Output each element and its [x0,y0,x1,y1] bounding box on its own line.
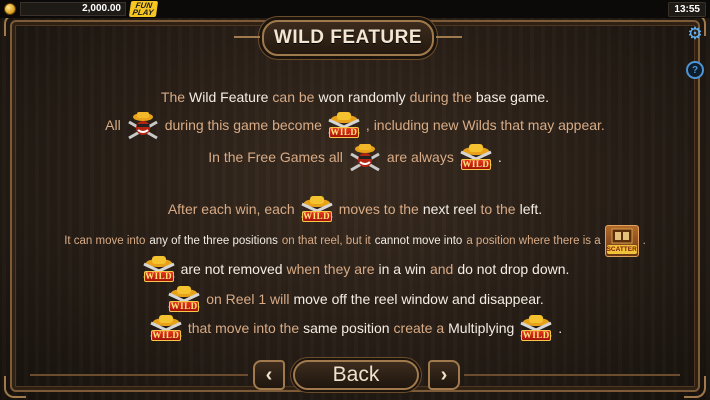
fun-play-line2: PLAY [131,8,154,17]
text-highlight: base game. [475,89,550,105]
text-highlight: same position [303,320,390,336]
text-highlight: are not removed [180,261,283,277]
text: The [160,89,186,105]
wild-label: WILD [301,211,332,222]
paytable-screen: 2,000.00 FUN PLAY 13:55 WILD FEATURE ⚙ ?… [0,0,710,400]
text-highlight: won randomly [318,89,406,105]
text: during this game become [164,117,322,133]
text: After each win, each [167,201,295,217]
text-highlight: next reel [422,201,477,217]
wild-symbol-icon: WILD [141,254,177,284]
back-button[interactable]: Back [293,360,419,390]
feature-text-line-8: WILD that move into the same position cr… [20,312,690,344]
feature-text-line-4: After each win, each WILD moves to the n… [20,193,690,225]
text-highlight: Wild Feature [189,89,269,105]
wild-symbol-icon: WILD [326,110,362,140]
wild-symbol-icon: WILD [148,313,184,343]
wild-symbol-icon: WILD [458,142,494,172]
bandit-symbol-icon [347,142,383,172]
fun-play-badge: FUN PLAY [128,1,158,17]
text: are always [386,149,454,165]
prev-page-button[interactable]: ‹ [253,360,285,390]
text: create a [393,320,445,336]
feature-text-line-7: WILD on Reel 1 will move off the reel wi… [20,283,690,315]
feature-text-line-6: WILD are not removed when they are in a … [20,253,690,285]
wild-symbol-icon: WILD [299,194,335,224]
text: and [429,261,454,277]
text: a position where there is a [466,235,601,247]
text: that move into the [187,320,300,336]
bandit-symbol-icon [125,110,161,140]
text-highlight: Multiplying [448,320,515,336]
balance-area: 2,000.00 FUN PLAY [4,1,158,17]
wild-label: WILD [460,159,491,170]
coin-icon [4,3,16,15]
back-label: Back [332,363,380,386]
frame-corner [684,376,706,398]
chevron-left-icon: ‹ [265,363,273,386]
frame-corner [4,376,26,398]
next-page-button[interactable]: › [428,360,460,390]
balance-value: 2,000.00 [20,2,126,16]
text: on Reel 1 will [206,291,290,307]
text: during the [409,89,472,105]
wild-label: WILD [169,301,200,312]
wild-label: WILD [521,330,552,341]
help-icon[interactable]: ? [686,61,704,79]
text-highlight: left. [519,201,543,217]
chevron-right-icon: › [440,363,448,386]
text: All [105,117,121,133]
text: In the Free Games all [208,149,343,165]
clock: 13:55 [668,1,706,17]
text: on that reel, but it [281,235,371,247]
text-highlight: do not drop down. [457,261,570,277]
text-highlight: any of the three positions [149,235,278,247]
text: moves to the [338,201,419,217]
text: . [642,235,646,247]
text: . [558,320,563,336]
feature-text-line-2: All during this game become WILD , inclu… [20,109,690,141]
nav-divider [464,374,680,376]
text-highlight: move off the reel window and disappear. [293,291,544,307]
gear-icon[interactable]: ⚙ [686,25,704,43]
wild-symbol-icon: WILD [166,284,202,314]
wild-symbol-icon: WILD [518,313,554,343]
text: can be [272,89,315,105]
text: when they are [286,261,375,277]
nav-divider [30,374,248,376]
title-plaque: WILD FEATURE [234,20,462,56]
text-highlight: cannot move into [374,235,463,247]
wild-label: WILD [143,271,174,282]
text: to the [480,201,516,217]
text: , including new Wilds that may appear. [365,117,605,133]
page-title: WILD FEATURE [273,27,423,48]
wild-label: WILD [150,330,181,341]
text: . [497,149,502,165]
feature-text-line-1: The Wild Feature can be won randomly dur… [20,85,690,109]
text-highlight: in a win [378,261,426,277]
top-bar: 2,000.00 FUN PLAY 13:55 [0,0,710,18]
text: It can move into [64,235,146,247]
feature-text-line-3: In the Free Games all are always WILD . [20,141,690,173]
wild-label: WILD [328,127,359,138]
